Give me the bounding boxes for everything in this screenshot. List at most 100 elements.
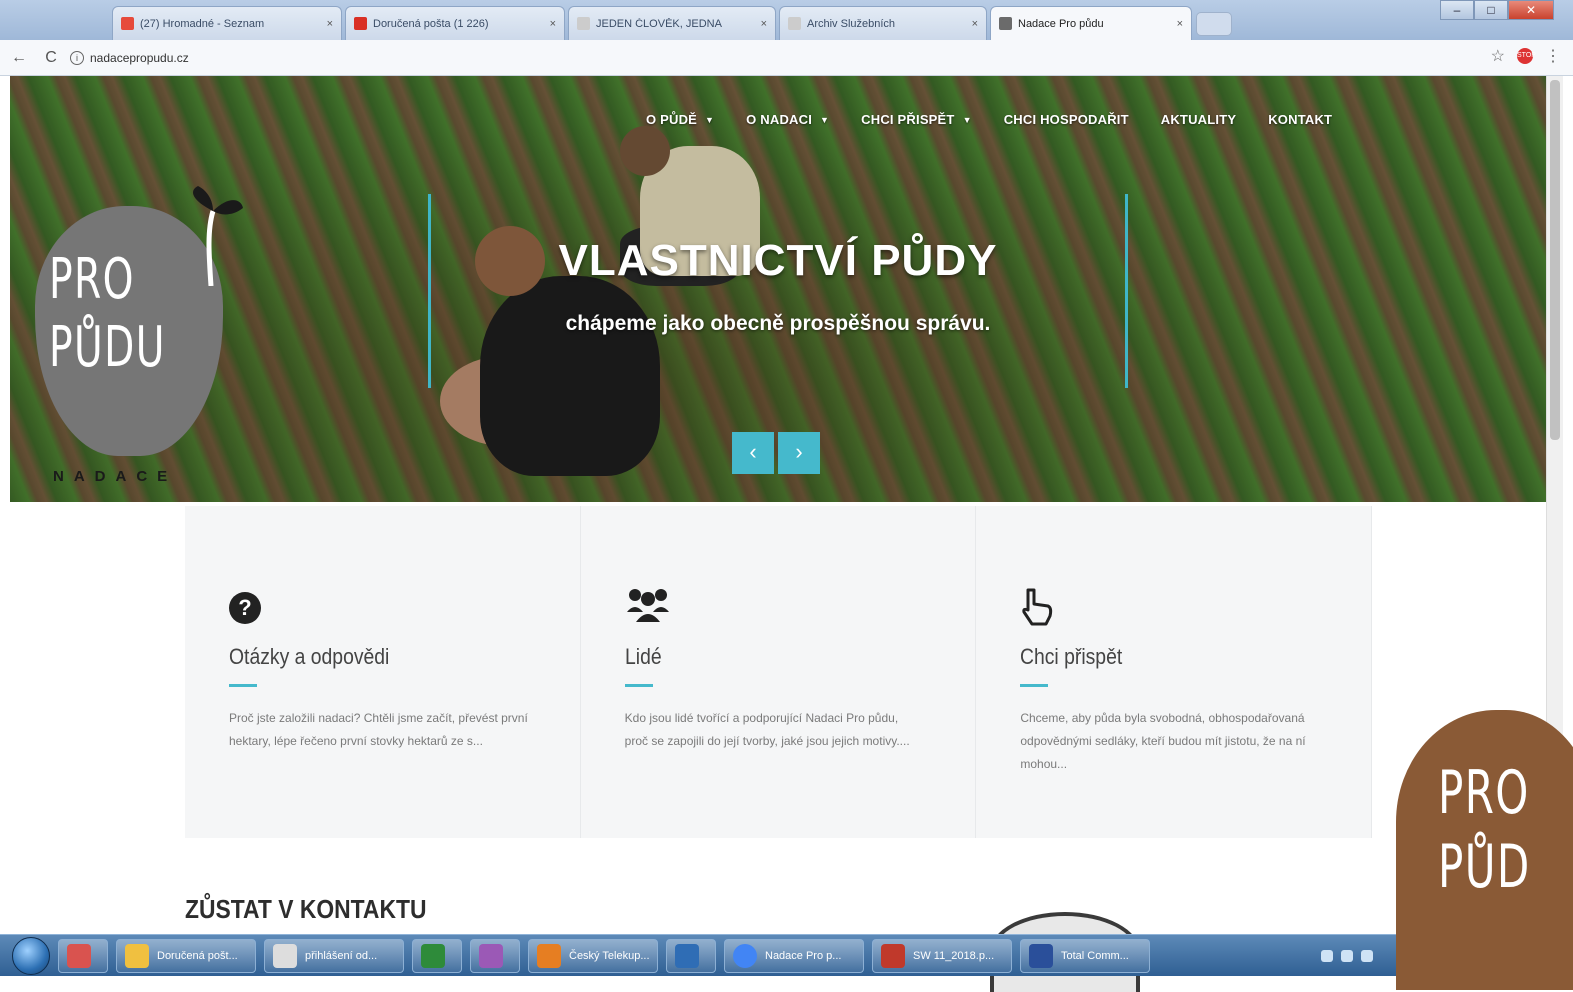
tray-icon[interactable] bbox=[1361, 949, 1373, 962]
people-group-icon bbox=[625, 586, 932, 626]
minimize-button[interactable]: – bbox=[1440, 0, 1474, 20]
tab-close-icon[interactable]: × bbox=[972, 18, 978, 30]
taskbar-item[interactable]: Doručená pošt... bbox=[116, 938, 256, 973]
taskbar-item[interactable] bbox=[412, 938, 462, 973]
slide-caption: VLASTNICTVÍ PŮDY chápeme jako obecně pro… bbox=[428, 194, 1128, 388]
browser-menu-icon[interactable]: ⋮ bbox=[1545, 46, 1561, 66]
site-info-icon[interactable]: i bbox=[70, 50, 84, 65]
logo-subtitle: NADACE bbox=[53, 468, 178, 485]
hand-pointer-icon bbox=[1020, 586, 1327, 626]
new-tab-button[interactable] bbox=[1196, 12, 1232, 36]
browser-tab[interactable]: Doručená pošta (1 226) × bbox=[345, 6, 565, 40]
taskbar-item-chrome[interactable]: Nadace Pro p... bbox=[724, 938, 864, 973]
nav-label: AKTUALITY bbox=[1160, 112, 1237, 127]
corner-logo-wordmark: PRO PŮD bbox=[1438, 756, 1531, 904]
logo-line: PŮDU bbox=[49, 315, 166, 380]
tab-label: JEDEN ČLOVĚK, JEDNA bbox=[596, 17, 722, 30]
card-title[interactable]: Chci přispět bbox=[1020, 644, 1290, 670]
main-navigation: O PŮDĚ ▼ O NADACI ▼ CHCI PŘISPĚT ▼ CHCI HOS… bbox=[646, 112, 1332, 127]
app-icon bbox=[67, 943, 91, 968]
card-divider bbox=[229, 684, 257, 687]
taskbar-item[interactable]: Total Comm... bbox=[1020, 938, 1150, 973]
contact-heading: ZŮSTAT V KONTAKTU bbox=[185, 894, 427, 924]
slider-prev-button[interactable]: ‹ bbox=[732, 432, 774, 474]
scrollbar-thumb[interactable] bbox=[1550, 80, 1560, 440]
nav-item-kontakt[interactable]: KONTAKT bbox=[1268, 112, 1332, 127]
start-button[interactable] bbox=[12, 936, 50, 975]
card-faq[interactable]: ? Otázky a odpovědi Proč jste založili n… bbox=[185, 506, 581, 838]
caret-down-icon: ▼ bbox=[820, 114, 830, 125]
taskbar-label: SW 11_2018.p... bbox=[913, 949, 995, 962]
nav-label: CHCI PŘISPĚT bbox=[861, 112, 955, 127]
nav-label: KONTAKT bbox=[1268, 112, 1333, 127]
taskbar-item[interactable]: SW 11_2018.p... bbox=[872, 938, 1012, 973]
page-favicon-icon bbox=[577, 17, 590, 30]
taskbar-label: Total Comm... bbox=[1061, 949, 1129, 962]
gmail-favicon-icon bbox=[354, 17, 367, 30]
nav-item-chci-hospodarit[interactable]: CHCI HOSPODAŘIT bbox=[1004, 112, 1129, 127]
taskbar-label: Český Telekup... bbox=[569, 949, 650, 962]
tab-close-icon[interactable]: × bbox=[550, 18, 556, 30]
browser-tab[interactable]: (27) Hromadné - Seznam × bbox=[112, 6, 342, 40]
floppy-disk-icon bbox=[1029, 943, 1053, 968]
browser-tab[interactable]: JEDEN ČLOVĚK, JEDNA × bbox=[568, 6, 776, 40]
browser-tab-active[interactable]: Nadace Pro půdu × bbox=[990, 6, 1192, 40]
nav-item-o-pude[interactable]: O PŮDĚ ▼ bbox=[646, 112, 714, 127]
browser-tab[interactable]: Archiv Služebních × bbox=[779, 6, 987, 40]
taskbar-label: Nadace Pro p... bbox=[765, 949, 842, 962]
tab-label: (27) Hromadné - Seznam bbox=[140, 17, 265, 30]
site-logo[interactable]: PRO PŮDU NADACE bbox=[35, 186, 243, 485]
back-button[interactable]: ← bbox=[6, 45, 32, 71]
chrome-icon bbox=[733, 943, 757, 968]
sprout-icon bbox=[193, 186, 243, 286]
card-text: Chceme, aby půda byla svobodná, obhospod… bbox=[1020, 711, 1306, 771]
slide-subtitle: chápeme jako obecně prospěšnou správu. bbox=[565, 312, 991, 335]
card-text: Proč jste založili nadaci? Chtěli jsme z… bbox=[229, 711, 528, 748]
word-icon bbox=[675, 943, 699, 968]
powerpoint-icon bbox=[537, 943, 561, 968]
bookmark-star-icon[interactable]: ☆ bbox=[1491, 46, 1505, 66]
window-close-button[interactable]: ✕ bbox=[1508, 0, 1554, 20]
tab-close-icon[interactable]: × bbox=[327, 18, 333, 30]
card-people[interactable]: Lidé Kdo jsou lidé tvořící a podporující… bbox=[580, 506, 977, 838]
corner-logo-line: PRO bbox=[1438, 758, 1530, 828]
tab-close-icon[interactable]: × bbox=[761, 18, 767, 30]
card-title[interactable]: Otázky a odpovědi bbox=[229, 644, 499, 670]
slide-title: VLASTNICTVÍ PŮDY bbox=[558, 236, 998, 285]
slider-arrows: ‹ › bbox=[732, 432, 820, 474]
nav-item-chci-prispet[interactable]: CHCI PŘISPĚT ▼ bbox=[861, 112, 972, 127]
nav-item-aktuality[interactable]: AKTUALITY bbox=[1161, 112, 1236, 127]
reload-button[interactable]: C bbox=[38, 45, 64, 71]
maximize-button[interactable]: □ bbox=[1474, 0, 1508, 20]
card-title[interactable]: Lidé bbox=[625, 644, 895, 670]
nav-item-o-nadaci[interactable]: O NADACI ▼ bbox=[746, 112, 829, 127]
window-controls: – □ ✕ bbox=[1440, 0, 1554, 20]
question-circle-icon: ? bbox=[229, 586, 536, 626]
slide-frame-left bbox=[428, 194, 431, 388]
card-donate[interactable]: Chci přispět Chceme, aby půda byla svobo… bbox=[976, 506, 1373, 838]
url-field[interactable]: i nadacepropudu.cz bbox=[70, 45, 189, 71]
tab-close-icon[interactable]: × bbox=[1177, 18, 1183, 30]
windows-taskbar: Doručená pošt... přihlášení od... Český … bbox=[0, 934, 1573, 976]
taskbar-item[interactable] bbox=[470, 938, 520, 973]
taskbar-item[interactable]: Český Telekup... bbox=[528, 938, 658, 973]
url-text: nadacepropudu.cz bbox=[90, 50, 189, 65]
site-favicon-icon bbox=[999, 17, 1012, 30]
tray-icon[interactable] bbox=[1341, 949, 1353, 962]
tray-icon[interactable] bbox=[1321, 949, 1333, 962]
corner-logo-line: PŮD bbox=[1438, 832, 1531, 902]
adblock-stop-icon[interactable]: STOP bbox=[1517, 48, 1536, 64]
tab-favicon bbox=[121, 17, 134, 30]
page-favicon-icon bbox=[788, 17, 801, 30]
slider-next-button[interactable]: › bbox=[778, 432, 820, 474]
taskbar-item[interactable]: přihlášení od... bbox=[264, 938, 404, 973]
browser-tabstrip: (27) Hromadné - Seznam × Doručená pošta … bbox=[0, 0, 1573, 40]
taskbar-item[interactable] bbox=[666, 938, 716, 973]
feature-cards: ? Otázky a odpovědi Proč jste založili n… bbox=[185, 506, 1373, 838]
slide-frame-right bbox=[1125, 194, 1128, 388]
taskbar-item[interactable] bbox=[58, 938, 108, 973]
caret-down-icon: ▼ bbox=[962, 114, 972, 125]
tab-label: Nadace Pro půdu bbox=[1018, 17, 1104, 30]
hero-slider: O PŮDĚ ▼ O NADACI ▼ CHCI PŘISPĚT ▼ CHCI HOS… bbox=[10, 76, 1546, 502]
system-tray bbox=[1321, 949, 1373, 962]
